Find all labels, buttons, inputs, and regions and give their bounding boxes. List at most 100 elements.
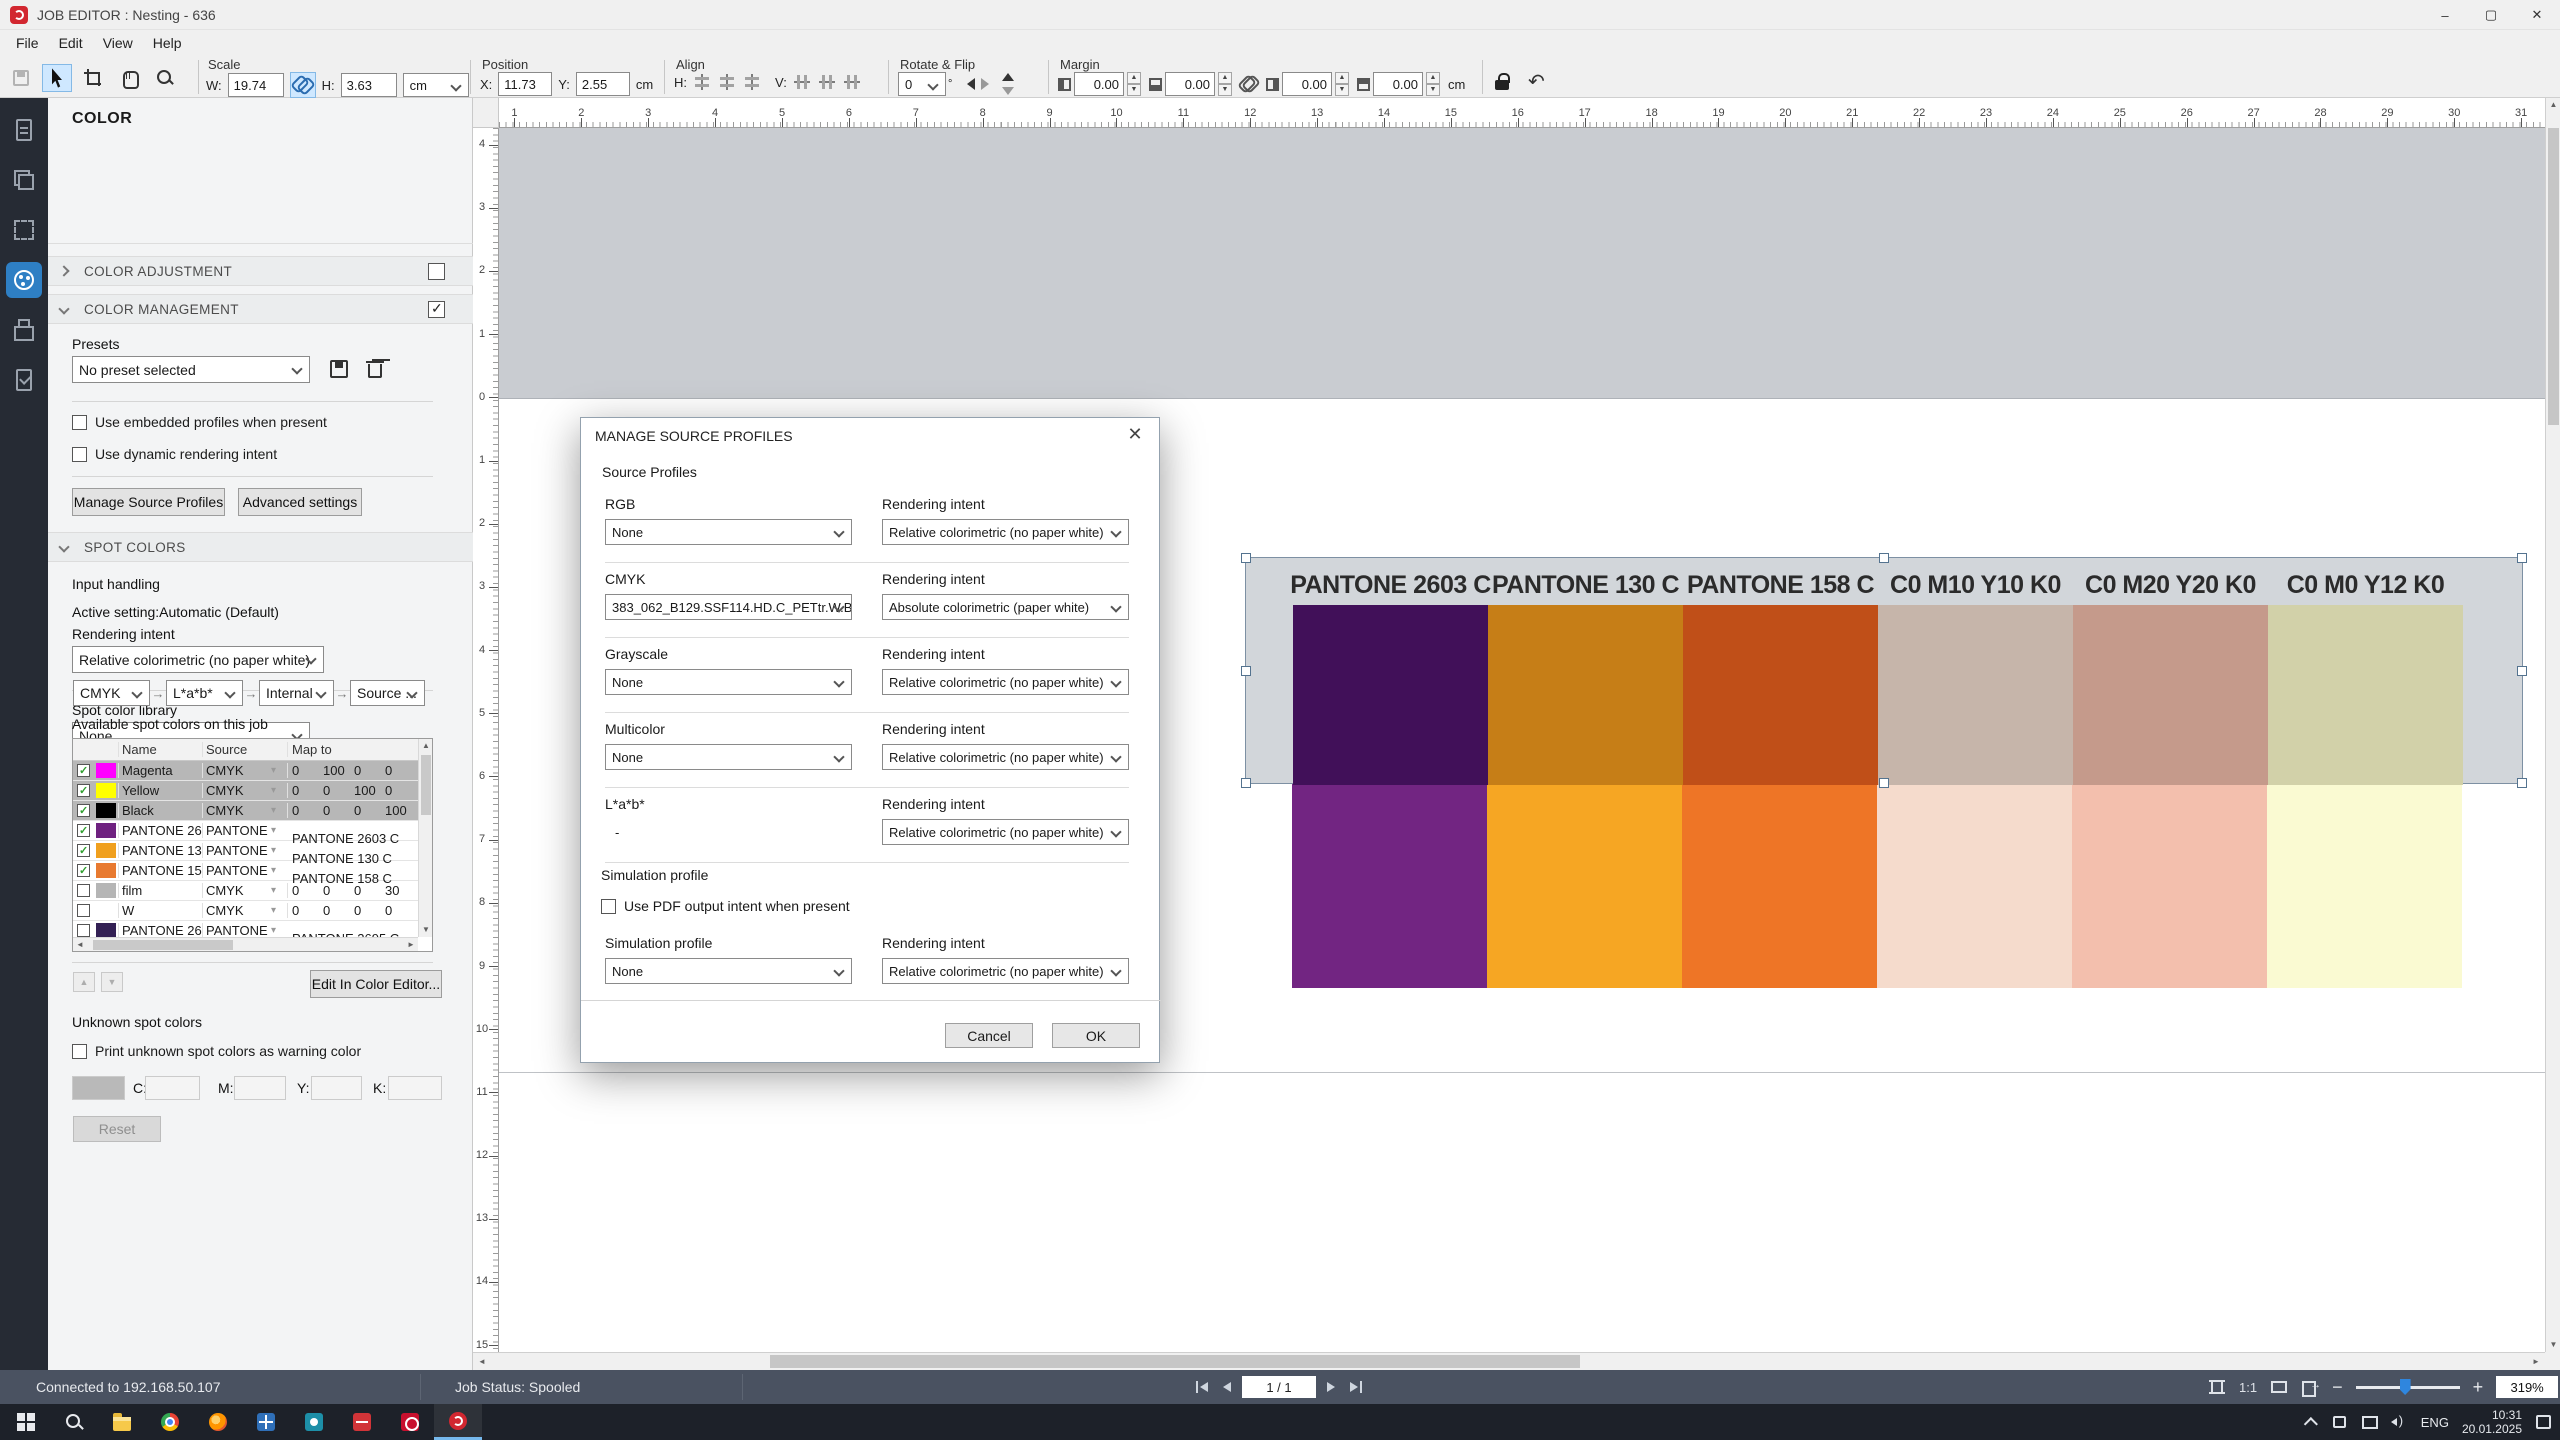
menu-item[interactable]: Edit xyxy=(49,32,93,54)
margin-input-4[interactable]: 0.00 xyxy=(1373,72,1423,96)
last-page-icon[interactable] xyxy=(1348,1381,1362,1393)
hidden-icons-chevron[interactable] xyxy=(2304,1417,2318,1431)
spot-source[interactable]: CMYK xyxy=(202,803,271,818)
tool-button[interactable] xyxy=(114,64,144,92)
taskbar-app-button[interactable] xyxy=(242,1404,290,1440)
selection-handle[interactable] xyxy=(1879,553,1889,563)
selection-handle[interactable] xyxy=(2517,666,2527,676)
flip-vertical-icon[interactable] xyxy=(999,72,1017,96)
taskbar-app-button[interactable] xyxy=(434,1404,482,1440)
tool-button[interactable] xyxy=(78,64,108,92)
close-button[interactable]: ✕ xyxy=(2514,0,2560,30)
pdf-output-intent-checkbox[interactable] xyxy=(601,899,616,914)
table-horizontal-scrollbar[interactable]: ◄ ► xyxy=(73,937,418,951)
sidebar-tool-button[interactable] xyxy=(6,262,42,298)
rendering-intent-select[interactable]: Relative colorimetric (no paper white) xyxy=(882,744,1129,770)
selection-handle[interactable] xyxy=(2517,778,2527,788)
spot-enabled-checkbox[interactable] xyxy=(77,884,90,897)
align-bottom-icon[interactable] xyxy=(842,72,862,92)
rendering-intent-select[interactable]: Relative colorimetric (no paper white) xyxy=(72,646,324,673)
menu-item[interactable]: File xyxy=(6,32,49,54)
selection-handle[interactable] xyxy=(1879,778,1889,788)
margin-input-3[interactable]: 0.00 xyxy=(1282,72,1332,96)
zoom-out-button[interactable]: − xyxy=(2332,1379,2343,1395)
spot-source[interactable]: PANTONE xyxy=(202,923,271,937)
taskbar-app-button[interactable] xyxy=(338,1404,386,1440)
spot-source[interactable]: PANTONE xyxy=(202,823,271,838)
canvas-horizontal-scrollbar[interactable]: ◄ ► xyxy=(473,1352,2545,1370)
dialog-close-icon[interactable]: ✕ xyxy=(1123,424,1147,445)
priority-select-4[interactable]: Source ... xyxy=(350,680,425,706)
warning-color-row[interactable]: Print unknown spot colors as warning col… xyxy=(72,1043,361,1059)
margin-input-1[interactable]: 0.00 xyxy=(1074,72,1124,96)
source-dropdown-icon[interactable]: ▾ xyxy=(271,805,287,816)
dynamic-intent-row[interactable]: Use dynamic rendering intent xyxy=(72,446,277,462)
embedded-profiles-row[interactable]: Use embedded profiles when present xyxy=(72,414,327,430)
sidebar-tool-button[interactable] xyxy=(6,112,42,148)
section-color-adjustment[interactable]: COLOR ADJUSTMENT xyxy=(48,256,473,286)
spot-enabled-checkbox[interactable] xyxy=(77,824,90,837)
height-input[interactable]: 3.63 xyxy=(341,73,397,97)
clock[interactable]: 10:31 20.01.2025 xyxy=(2462,1408,2522,1436)
scale-unit-select[interactable]: cm xyxy=(403,73,469,97)
tool-button[interactable] xyxy=(150,64,180,92)
taskbar-app-button[interactable] xyxy=(2,1404,50,1440)
undo-icon[interactable]: ↶ xyxy=(1528,72,1545,92)
spot-enabled-checkbox[interactable] xyxy=(77,924,90,937)
canvas-vertical-scrollbar[interactable]: ▲ ▼ xyxy=(2545,98,2560,1352)
reset-button[interactable]: Reset xyxy=(73,1116,161,1142)
warning-color-checkbox[interactable] xyxy=(72,1044,87,1059)
first-page-icon[interactable] xyxy=(1196,1381,1210,1393)
menu-item[interactable]: View xyxy=(93,32,143,54)
sidebar-tool-button[interactable] xyxy=(6,362,42,398)
previous-page-icon[interactable] xyxy=(1219,1381,1233,1393)
spot-color-row[interactable]: Magenta CMYK ▾ 010000 xyxy=(73,761,418,781)
spot-source[interactable]: CMYK xyxy=(202,783,271,798)
profile-select[interactable]: 383_062_B129.SSF114.HD.C_PETtr.W.BOP... xyxy=(605,594,852,620)
simulation-profile-select[interactable]: None xyxy=(605,958,852,984)
spot-enabled-checkbox[interactable] xyxy=(77,764,90,777)
source-dropdown-icon[interactable]: ▾ xyxy=(271,925,287,936)
spot-color-row[interactable]: Yellow CMYK ▾ 001000 xyxy=(73,781,418,801)
spot-color-row[interactable]: PANTONE 2695 PANTONE ▾ PANTONE 2695 C xyxy=(73,921,418,937)
spot-source[interactable]: CMYK xyxy=(202,903,271,918)
margin-spinner-1[interactable]: ▲▼ xyxy=(1127,72,1141,96)
cancel-button[interactable]: Cancel xyxy=(945,1023,1033,1048)
spot-enabled-checkbox[interactable] xyxy=(77,904,90,917)
align-v-center-icon[interactable] xyxy=(817,72,837,92)
simulation-intent-select[interactable]: Relative colorimetric (no paper white) xyxy=(882,958,1129,984)
section-spot-colors[interactable]: SPOT COLORS xyxy=(48,532,473,562)
dynamic-intent-checkbox[interactable] xyxy=(72,447,87,462)
k-field[interactable] xyxy=(388,1076,442,1100)
taskbar-app-button[interactable] xyxy=(290,1404,338,1440)
next-page-icon[interactable] xyxy=(1325,1381,1339,1393)
move-down-button[interactable]: ▼ xyxy=(101,972,123,992)
taskbar-app-button[interactable] xyxy=(50,1404,98,1440)
source-dropdown-icon[interactable]: ▾ xyxy=(271,905,287,916)
zoom-level[interactable]: 319% xyxy=(2496,1376,2558,1398)
spot-source[interactable]: CMYK xyxy=(202,883,271,898)
taskbar-app-button[interactable] xyxy=(146,1404,194,1440)
move-up-button[interactable]: ▲ xyxy=(73,972,95,992)
spot-source[interactable]: PANTONE xyxy=(202,863,271,878)
profile-select[interactable]: None xyxy=(605,519,852,545)
zoom-slider[interactable] xyxy=(2356,1379,2460,1395)
m-field[interactable] xyxy=(234,1076,286,1100)
align-left-icon[interactable] xyxy=(692,72,712,92)
margin-spinner-3[interactable]: ▲▼ xyxy=(1335,72,1349,96)
y-field[interactable] xyxy=(311,1076,362,1100)
spot-enabled-checkbox[interactable] xyxy=(77,784,90,797)
minimize-button[interactable]: ‒ xyxy=(2422,0,2468,30)
edit-color-editor-button[interactable]: Edit In Color Editor... xyxy=(310,970,442,998)
actual-size-button[interactable]: 1:1 xyxy=(2239,1380,2257,1395)
advanced-settings-button[interactable]: Advanced settings xyxy=(238,488,362,516)
selection-handle[interactable] xyxy=(1241,553,1251,563)
source-dropdown-icon[interactable]: ▾ xyxy=(271,845,287,856)
fit-page-icon[interactable] xyxy=(2208,1379,2226,1395)
menu-item[interactable]: Help xyxy=(143,32,192,54)
source-dropdown-icon[interactable]: ▾ xyxy=(271,885,287,896)
color-adjustment-checkbox[interactable] xyxy=(428,263,445,280)
embedded-profiles-checkbox[interactable] xyxy=(72,415,87,430)
margin-spinner-2[interactable]: ▲▼ xyxy=(1218,72,1232,96)
delete-preset-icon[interactable] xyxy=(365,359,385,379)
